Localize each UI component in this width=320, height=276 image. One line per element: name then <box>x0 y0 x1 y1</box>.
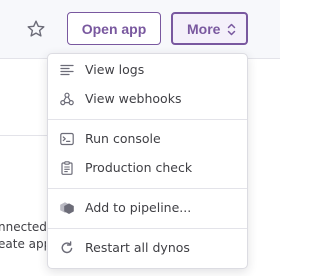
menu-item-add-to-pipeline[interactable]: Add to pipeline... <box>48 195 247 221</box>
chevron-up-down-icon <box>227 23 236 36</box>
menu-item-label: Restart all dynos <box>85 240 190 255</box>
menu-item-view-webhooks[interactable]: View webhooks <box>48 86 247 112</box>
background-text-line: eate app <box>0 237 46 251</box>
menu-item-label: Production check <box>85 160 193 175</box>
webhooks-icon <box>60 92 74 106</box>
logs-icon <box>60 64 74 76</box>
menu-divider <box>48 228 247 229</box>
menu-item-restart-all-dynos[interactable]: Restart all dynos <box>48 235 247 261</box>
clipboard-check-icon <box>61 161 73 175</box>
background-text-line: nnected <box>0 220 46 234</box>
more-label: More <box>187 20 221 37</box>
menu-item-production-check[interactable]: Production check <box>48 155 247 181</box>
menu-item-label: Run console <box>85 131 161 146</box>
menu-item-label: View logs <box>85 62 145 77</box>
menu-divider <box>48 119 247 120</box>
menu-item-view-logs[interactable]: View logs <box>48 57 247 83</box>
open-app-button[interactable]: Open app <box>67 12 161 45</box>
more-dropdown-menu: View logs View webhooks Run console Prod… <box>47 53 248 269</box>
open-app-label: Open app <box>81 20 147 37</box>
console-icon <box>60 132 74 146</box>
menu-item-label: Add to pipeline... <box>85 200 192 215</box>
menu-item-label: View webhooks <box>85 91 182 106</box>
menu-divider <box>48 188 247 189</box>
more-button[interactable]: More <box>171 12 248 45</box>
pipeline-icon <box>60 202 74 214</box>
star-icon[interactable] <box>26 19 46 39</box>
content-divider <box>0 135 48 136</box>
restart-icon <box>61 241 73 254</box>
menu-item-run-console[interactable]: Run console <box>48 126 247 152</box>
